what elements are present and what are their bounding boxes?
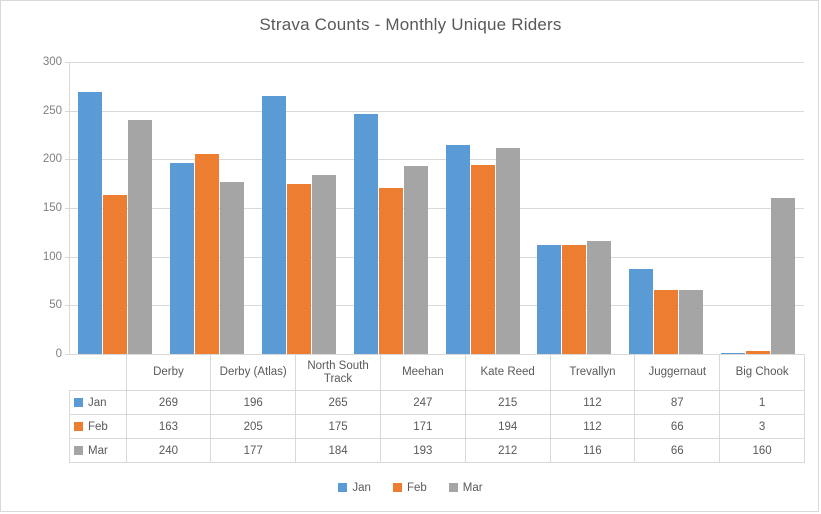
table-category-header: Meehan	[379, 354, 466, 391]
bar	[495, 147, 520, 354]
bar-group	[161, 62, 253, 354]
bar	[445, 144, 470, 354]
bar	[587, 241, 612, 354]
bar	[537, 245, 562, 354]
legend-swatch-icon	[74, 397, 83, 407]
table-category-header: Derby	[125, 354, 212, 391]
table-cell: 87	[634, 390, 721, 415]
table-category-header: North South Track	[295, 354, 381, 391]
data-table: Derby Derby (Atlas) North South Track Meeha…	[69, 354, 805, 463]
y-axis-tick-label: 100	[42, 250, 62, 263]
bar	[771, 198, 796, 354]
bar	[629, 269, 654, 354]
table-cell: 269	[125, 390, 212, 415]
bar	[219, 181, 244, 354]
legend-label: Jan	[352, 482, 371, 494]
bar	[654, 289, 679, 354]
table-cell: 163	[125, 414, 212, 439]
bar	[470, 165, 495, 354]
table-cell: 66	[634, 438, 721, 463]
legend-swatch-icon	[338, 483, 348, 492]
table-cell: 112	[549, 414, 636, 439]
table-row: Mar 240 177 184 193 212 116 66 160	[69, 438, 805, 463]
legend-swatch-icon	[74, 445, 83, 455]
table-cell: 112	[549, 390, 636, 415]
table-series-label: Jan	[69, 390, 127, 415]
table-series-name: Jan	[88, 396, 107, 409]
legend-label: Mar	[462, 482, 483, 494]
legend-item[interactable]: Jan	[338, 482, 371, 494]
table-category-header: Juggernaut	[634, 354, 721, 391]
bar-group	[528, 62, 620, 354]
bar	[286, 183, 311, 354]
y-axis-tick-label: 300	[42, 56, 62, 68]
table-cell: 184	[295, 438, 381, 463]
bar	[194, 154, 219, 354]
bar-group	[69, 62, 161, 354]
legend-swatch-icon	[448, 483, 458, 492]
table-category-header: Trevallyn	[549, 354, 636, 391]
bar	[378, 187, 403, 354]
y-axis-tick-label: 0	[55, 348, 62, 360]
table-series-label: Mar	[69, 438, 127, 463]
bar	[403, 166, 428, 354]
bar	[103, 195, 127, 354]
legend-label: Feb	[406, 482, 427, 494]
table-cell: 240	[125, 438, 212, 463]
table-cell: 116	[549, 438, 636, 463]
table-row: Jan 269 196 265 247 215 112 87 1	[69, 390, 805, 415]
chart-legend: Jan Feb Mar	[1, 482, 820, 494]
y-axis-tick-label: 250	[42, 104, 62, 117]
table-series-name: Mar	[88, 444, 108, 457]
bar-group	[712, 62, 804, 354]
table-series-name: Feb	[88, 420, 108, 433]
chart-title: Strava Counts - Monthly Unique Riders	[259, 15, 562, 34]
table-cell: 215	[464, 390, 551, 415]
bar	[169, 163, 194, 354]
bar	[562, 245, 587, 354]
table-cell: 175	[295, 414, 381, 439]
table-series-label: Feb	[69, 414, 127, 439]
bar-group	[345, 62, 437, 354]
table-category-header: Derby (Atlas)	[210, 354, 297, 391]
table-cell: 212	[464, 438, 551, 463]
y-axis-tick-label: 150	[42, 202, 62, 214]
legend-swatch-icon	[392, 483, 402, 492]
table-corner-cell	[70, 355, 127, 391]
y-axis-tick-label: 200	[42, 153, 62, 166]
table-cell: 160	[719, 438, 805, 463]
table-category-header: Kate Reed	[464, 354, 551, 391]
table-cell: 177	[210, 438, 297, 463]
legend-item[interactable]: Mar	[448, 482, 483, 494]
table-cell: 194	[464, 414, 551, 439]
legend-item[interactable]: Feb	[392, 482, 427, 494]
table-cell: 3	[719, 414, 805, 439]
table-cell: 265	[295, 390, 381, 415]
bar-group	[437, 62, 529, 354]
bar	[78, 92, 102, 354]
plot-area: 0 50 100 150 200 250 300	[43, 56, 804, 360]
table-row: Feb 163 205 175 171 194 112 66 3	[69, 414, 805, 439]
table-cell: 1	[719, 390, 805, 415]
table-cell: 171	[379, 414, 466, 439]
bar	[128, 120, 152, 354]
bar	[261, 96, 286, 354]
bar-group	[253, 62, 345, 354]
table-cell: 193	[379, 438, 466, 463]
legend-swatch-icon	[74, 421, 83, 431]
table-category-header: Big Chook	[719, 354, 805, 391]
chart-frame: Strava Counts - Monthly Unique Riders 0 5…	[0, 0, 819, 512]
bar-group	[620, 62, 712, 354]
table-cell: 66	[634, 414, 721, 439]
bar	[353, 113, 378, 354]
bar	[679, 289, 704, 354]
table-cell: 205	[210, 414, 297, 439]
y-axis-tick-label: 50	[49, 299, 62, 312]
table-row-categories: Derby Derby (Atlas) North South Track Meeha…	[70, 354, 805, 391]
table-cell: 247	[379, 390, 466, 415]
bar	[311, 174, 336, 354]
table-cell: 196	[210, 390, 297, 415]
